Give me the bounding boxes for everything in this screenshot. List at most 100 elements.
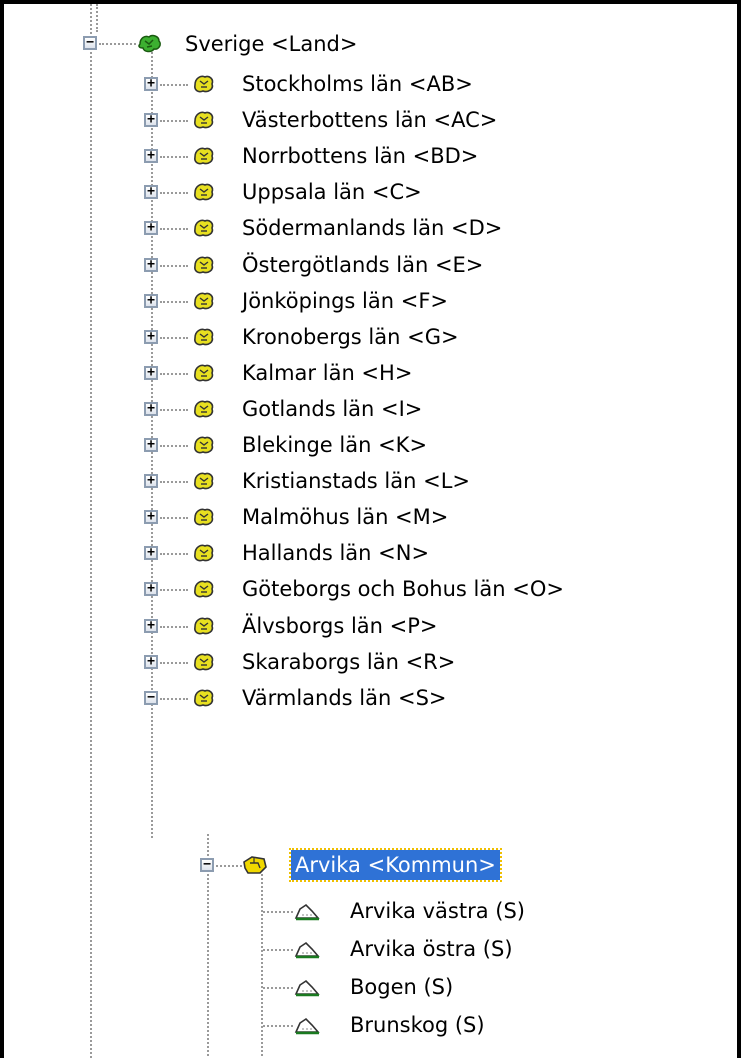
tree-item-parish[interactable]: Bogen (S): [346, 969, 457, 1005]
county-expander[interactable]: +: [144, 258, 158, 272]
tree-connector: [263, 911, 293, 913]
parish-icon: [294, 1013, 320, 1037]
tree-item-parish-label: Arvika östra (S): [350, 937, 513, 961]
tree-item-sverige[interactable]: Sverige <Land>: [181, 26, 361, 62]
tree-item-county[interactable]: Göteborgs och Bohus län <O>: [238, 571, 568, 607]
tree-item-county[interactable]: Norrbottens län <BD>: [238, 138, 482, 174]
tree-item-county[interactable]: Västerbottens län <AC>: [238, 102, 501, 138]
tree-item-parish[interactable]: Arvika västra (S): [346, 893, 529, 929]
tree-item-county[interactable]: Älvsborgs län <P>: [238, 608, 442, 644]
county-icon: [191, 216, 217, 240]
tree-item-county-label: Jönköpings län <F>: [242, 289, 448, 313]
tree-connector: [160, 84, 188, 86]
county-expander[interactable]: +: [144, 474, 158, 488]
tree-view: − Sverige <Land> + Stockholms län <AB> + Väst…: [0, 0, 741, 1058]
county-expander[interactable]: +: [144, 221, 158, 235]
tree-guide-line: [96, 4, 98, 32]
county-expander[interactable]: +: [144, 113, 158, 127]
tree-connector: [263, 949, 293, 951]
tree-item-county-label: Blekinge län <K>: [242, 433, 428, 457]
tree-item-county[interactable]: Östergötlands län <E>: [238, 247, 487, 283]
county-icon: [191, 108, 217, 132]
tree-item-county[interactable]: Blekinge län <K>: [238, 427, 431, 463]
county-expander[interactable]: +: [144, 294, 158, 308]
tree-item-county-label: Hallands län <N>: [242, 541, 430, 565]
county-expander[interactable]: +: [144, 655, 158, 669]
tree-item-county[interactable]: Skaraborgs län <R>: [238, 644, 459, 680]
tree-item-sverige-label: Sverige <Land>: [185, 32, 358, 56]
county-icon: [191, 469, 217, 493]
county-icon: [191, 541, 217, 565]
tree-connector: [263, 987, 293, 989]
tree-item-county[interactable]: Jönköpings län <F>: [238, 283, 452, 319]
county-expander[interactable]: +: [144, 402, 158, 416]
county-expander[interactable]: +: [144, 438, 158, 452]
county-icon: [191, 577, 217, 601]
tree-item-county-label: Norrbottens län <BD>: [242, 144, 479, 168]
county-icon: [191, 325, 217, 349]
county-expander[interactable]: +: [144, 185, 158, 199]
tree-item-county[interactable]: Värmlands län <S>: [238, 680, 451, 716]
county-icon: [191, 650, 217, 674]
county-expander[interactable]: +: [144, 330, 158, 344]
tree-item-parish-label: Arvika västra (S): [350, 899, 525, 923]
tree-item-county[interactable]: Hallands län <N>: [238, 535, 433, 571]
county-expander[interactable]: +: [144, 366, 158, 380]
tree-item-county-label: Uppsala län <C>: [242, 180, 422, 204]
municipality-expander[interactable]: −: [200, 858, 214, 872]
tree-item-county[interactable]: Uppsala län <C>: [238, 174, 426, 210]
tree-connector: [160, 120, 188, 122]
tree-connector: [263, 1025, 293, 1027]
tree-item-county[interactable]: Gotlands län <I>: [238, 391, 426, 427]
tree-item-county-label: Västerbottens län <AC>: [242, 108, 498, 132]
tree-item-county[interactable]: Södermanlands län <D>: [238, 210, 506, 246]
tree-item-county[interactable]: Kalmar län <H>: [238, 355, 416, 391]
county-icon: [191, 289, 217, 313]
tree-connector: [160, 228, 188, 230]
county-expander[interactable]: +: [144, 149, 158, 163]
parish-icon: [294, 937, 320, 961]
tree-item-county-label: Malmöhus län <M>: [242, 505, 449, 529]
parish-icon: [294, 975, 320, 999]
tree-item-county[interactable]: Kronobergs län <G>: [238, 319, 463, 355]
tree-item-county[interactable]: Kristianstads län <L>: [238, 463, 474, 499]
tree-connector: [160, 481, 188, 483]
tree-item-county-label: Värmlands län <S>: [242, 686, 447, 710]
tree-item-parish[interactable]: Arvika östra (S): [346, 931, 517, 967]
county-icon: [191, 144, 217, 168]
tree-connector: [160, 662, 188, 664]
parish-icon: [294, 899, 320, 923]
tree-item-county-label: Södermanlands län <D>: [242, 216, 503, 240]
tree-item-arvika-label: Arvika <Kommun>: [289, 848, 502, 882]
tree-connector: [160, 553, 188, 555]
tree-item-county-label: Stockholms län <AB>: [242, 72, 473, 96]
municipality-icon: [242, 853, 268, 877]
tree-connector: [216, 865, 242, 867]
tree-connector: [160, 337, 188, 339]
tree-item-parish[interactable]: Brunskog (S): [346, 1007, 489, 1043]
county-expander[interactable]: +: [144, 510, 158, 524]
tree-item-arvika[interactable]: Arvika <Kommun>: [289, 847, 502, 883]
county-expander[interactable]: +: [144, 77, 158, 91]
root-expander[interactable]: −: [83, 36, 97, 50]
tree-item-county-label: Gotlands län <I>: [242, 397, 423, 421]
tree-item-county-label: Kronobergs län <G>: [242, 325, 459, 349]
county-icon: [191, 397, 217, 421]
tree-item-county[interactable]: Stockholms län <AB>: [238, 66, 477, 102]
county-expander[interactable]: +: [144, 546, 158, 560]
tree-item-county-label: Skaraborgs län <R>: [242, 650, 456, 674]
tree-connector: [160, 698, 188, 700]
tree-item-county-label: Östergötlands län <E>: [242, 253, 484, 277]
tree-item-county-label: Göteborgs och Bohus län <O>: [242, 577, 564, 601]
county-expander[interactable]: −: [144, 691, 158, 705]
county-expander[interactable]: +: [144, 582, 158, 596]
tree-item-county[interactable]: Malmöhus län <M>: [238, 499, 452, 535]
county-icon: [191, 180, 217, 204]
county-expander[interactable]: +: [144, 619, 158, 633]
tree-connector: [160, 517, 188, 519]
county-icon: [191, 505, 217, 529]
county-icon: [191, 686, 217, 710]
county-icon: [191, 253, 217, 277]
tree-connector: [160, 409, 188, 411]
tree-connector: [160, 301, 188, 303]
